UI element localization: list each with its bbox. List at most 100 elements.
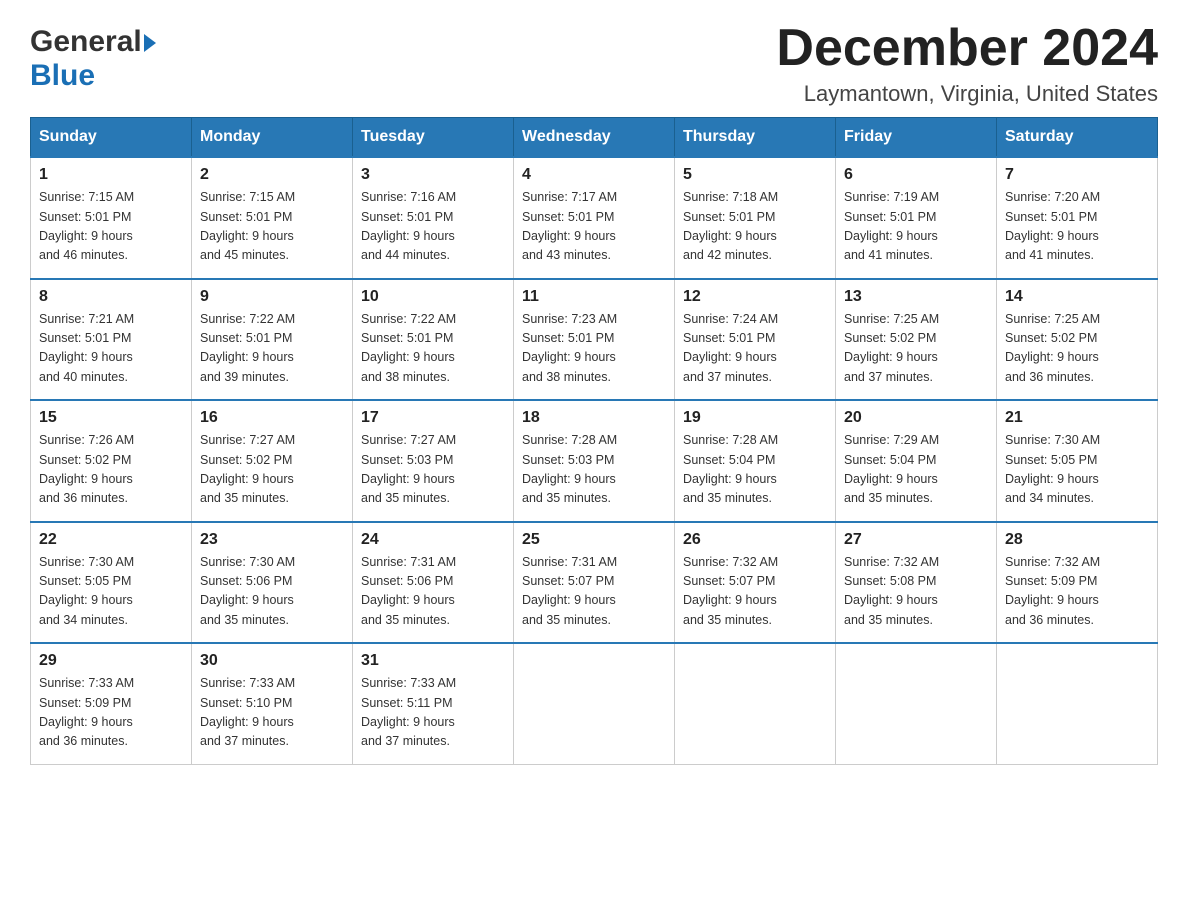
weekday-header-sunday: Sunday [31,118,192,158]
calendar-cell: 18 Sunrise: 7:28 AMSunset: 5:03 PMDayligh… [514,400,675,522]
calendar-cell: 28Sunrise: 7:32 AMSunset: 5:09 PMDayligh… [997,522,1158,644]
day-info: Sunrise: 7:33 AMSunset: 5:09 PMDaylight:… [39,674,183,752]
day-info: Sunrise: 7:29 AMSunset: 5:04 PMDaylight:… [844,431,988,509]
calendar-cell: 31Sunrise: 7:33 AMSunset: 5:11 PMDayligh… [353,643,514,764]
weekday-header-monday: Monday [192,118,353,158]
calendar-cell: 14Sunrise: 7:25 AMSunset: 5:02 PMDayligh… [997,279,1158,401]
day-info: Sunrise: 7:31 AMSunset: 5:07 PMDaylight:… [522,553,666,631]
day-number: 27 [844,531,988,549]
calendar-cell: 30 Sunrise: 7:33 AMSunset: 5:10 PMDayligh… [192,643,353,764]
day-info: Sunrise: 7:21 AMSunset: 5:01 PMDaylight:… [39,310,183,388]
day-number: 18 [522,409,666,427]
weekday-header-row: SundayMondayTuesdayWednesdayThursdayFrid… [31,118,1158,158]
calendar-cell: 9Sunrise: 7:22 AMSunset: 5:01 PMDaylight… [192,279,353,401]
day-info: Sunrise: 7:25 AMSunset: 5:02 PMDaylight:… [1005,310,1149,388]
calendar-cell: 3 Sunrise: 7:16 AMSunset: 5:01 PMDaylight… [353,157,514,279]
page-header: General Blue December 2024 Laymantown, V… [30,20,1158,107]
day-info: Sunrise: 7:27 AMSunset: 5:03 PMDaylight:… [361,431,505,509]
calendar-cell: 19 Sunrise: 7:28 AMSunset: 5:04 PMDayligh… [675,400,836,522]
calendar-cell: 16 Sunrise: 7:27 AMSunset: 5:02 PMDayligh… [192,400,353,522]
calendar-body: 1 Sunrise: 7:15 AMSunset: 5:01 PMDaylight… [31,157,1158,764]
day-info: Sunrise: 7:27 AMSunset: 5:02 PMDaylight:… [200,431,344,509]
day-info: Sunrise: 7:30 AMSunset: 5:05 PMDaylight:… [1005,431,1149,509]
calendar-cell: 8 Sunrise: 7:21 AMSunset: 5:01 PMDaylight… [31,279,192,401]
day-info: Sunrise: 7:19 AMSunset: 5:01 PMDaylight:… [844,188,988,266]
calendar-cell: 21 Sunrise: 7:30 AMSunset: 5:05 PMDayligh… [997,400,1158,522]
day-info: Sunrise: 7:30 AMSunset: 5:06 PMDaylight:… [200,553,344,631]
day-info: Sunrise: 7:16 AMSunset: 5:01 PMDaylight:… [361,188,505,266]
day-number: 13 [844,288,988,306]
day-info: Sunrise: 7:32 AMSunset: 5:09 PMDaylight:… [1005,553,1149,631]
day-number: 11 [522,288,666,306]
day-info: Sunrise: 7:30 AMSunset: 5:05 PMDaylight:… [39,553,183,631]
month-title: December 2024 [776,20,1158,77]
calendar-cell: 7 Sunrise: 7:20 AMSunset: 5:01 PMDaylight… [997,157,1158,279]
day-info: Sunrise: 7:26 AMSunset: 5:02 PMDaylight:… [39,431,183,509]
calendar-cell: 24Sunrise: 7:31 AMSunset: 5:06 PMDayligh… [353,522,514,644]
calendar-cell [514,643,675,764]
logo: General Blue [30,20,156,93]
day-info: Sunrise: 7:17 AMSunset: 5:01 PMDaylight:… [522,188,666,266]
calendar-week-row: 1 Sunrise: 7:15 AMSunset: 5:01 PMDaylight… [31,157,1158,279]
day-info: Sunrise: 7:15 AMSunset: 5:01 PMDaylight:… [39,188,183,266]
day-number: 5 [683,166,827,184]
calendar-week-row: 8 Sunrise: 7:21 AMSunset: 5:01 PMDaylight… [31,279,1158,401]
day-info: Sunrise: 7:18 AMSunset: 5:01 PMDaylight:… [683,188,827,266]
day-number: 19 [683,409,827,427]
calendar-cell: 1 Sunrise: 7:15 AMSunset: 5:01 PMDaylight… [31,157,192,279]
day-number: 29 [39,652,183,670]
calendar-cell: 27Sunrise: 7:32 AMSunset: 5:08 PMDayligh… [836,522,997,644]
day-info: Sunrise: 7:28 AMSunset: 5:03 PMDaylight:… [522,431,666,509]
day-number: 4 [522,166,666,184]
day-info: Sunrise: 7:32 AMSunset: 5:07 PMDaylight:… [683,553,827,631]
day-info: Sunrise: 7:22 AMSunset: 5:01 PMDaylight:… [361,310,505,388]
weekday-header-saturday: Saturday [997,118,1158,158]
day-info: Sunrise: 7:25 AMSunset: 5:02 PMDaylight:… [844,310,988,388]
calendar-cell: 12Sunrise: 7:24 AMSunset: 5:01 PMDayligh… [675,279,836,401]
calendar-cell: 4 Sunrise: 7:17 AMSunset: 5:01 PMDaylight… [514,157,675,279]
calendar-cell: 13 Sunrise: 7:25 AMSunset: 5:02 PMDayligh… [836,279,997,401]
weekday-header-thursday: Thursday [675,118,836,158]
day-number: 25 [522,531,666,549]
calendar-cell [836,643,997,764]
day-info: Sunrise: 7:23 AMSunset: 5:01 PMDaylight:… [522,310,666,388]
day-number: 21 [1005,409,1149,427]
day-number: 9 [200,288,344,306]
calendar-header: SundayMondayTuesdayWednesdayThursdayFrid… [31,118,1158,158]
calendar-cell: 11 Sunrise: 7:23 AMSunset: 5:01 PMDayligh… [514,279,675,401]
day-number: 8 [39,288,183,306]
day-number: 17 [361,409,505,427]
calendar-cell: 22 Sunrise: 7:30 AMSunset: 5:05 PMDayligh… [31,522,192,644]
day-number: 1 [39,166,183,184]
logo-arrow-icon [144,34,156,52]
weekday-header-friday: Friday [836,118,997,158]
calendar-table: SundayMondayTuesdayWednesdayThursdayFrid… [30,117,1158,765]
day-number: 30 [200,652,344,670]
day-number: 15 [39,409,183,427]
calendar-cell: 2 Sunrise: 7:15 AMSunset: 5:01 PMDaylight… [192,157,353,279]
calendar-cell: 26Sunrise: 7:32 AMSunset: 5:07 PMDayligh… [675,522,836,644]
calendar-week-row: 22 Sunrise: 7:30 AMSunset: 5:05 PMDayligh… [31,522,1158,644]
title-block: December 2024 Laymantown, Virginia, Unit… [776,20,1158,107]
day-number: 20 [844,409,988,427]
calendar-cell [675,643,836,764]
calendar-cell [997,643,1158,764]
day-info: Sunrise: 7:20 AMSunset: 5:01 PMDaylight:… [1005,188,1149,266]
calendar-week-row: 29 Sunrise: 7:33 AMSunset: 5:09 PMDayligh… [31,643,1158,764]
day-number: 22 [39,531,183,549]
day-info: Sunrise: 7:33 AMSunset: 5:10 PMDaylight:… [200,674,344,752]
day-number: 2 [200,166,344,184]
day-info: Sunrise: 7:28 AMSunset: 5:04 PMDaylight:… [683,431,827,509]
calendar-cell: 10Sunrise: 7:22 AMSunset: 5:01 PMDayligh… [353,279,514,401]
logo-blue-text: Blue [30,59,95,93]
day-number: 24 [361,531,505,549]
day-number: 12 [683,288,827,306]
day-number: 7 [1005,166,1149,184]
day-number: 3 [361,166,505,184]
location-subtitle: Laymantown, Virginia, United States [776,81,1158,107]
day-info: Sunrise: 7:15 AMSunset: 5:01 PMDaylight:… [200,188,344,266]
calendar-cell: 23Sunrise: 7:30 AMSunset: 5:06 PMDayligh… [192,522,353,644]
day-info: Sunrise: 7:33 AMSunset: 5:11 PMDaylight:… [361,674,505,752]
day-number: 16 [200,409,344,427]
calendar-week-row: 15 Sunrise: 7:26 AMSunset: 5:02 PMDayligh… [31,400,1158,522]
